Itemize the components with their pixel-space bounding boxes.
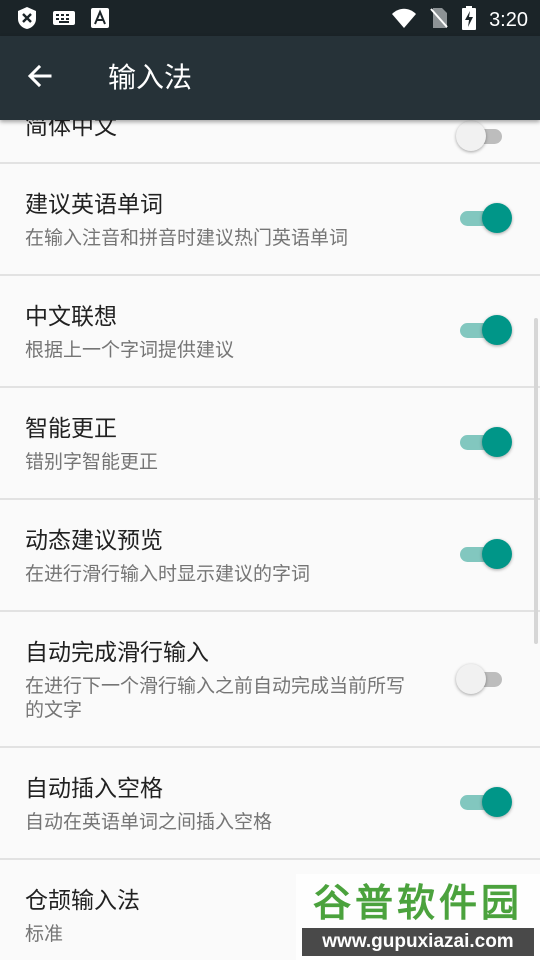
setting-subtitle: 自动在英语单词之间插入空格 [25,811,273,833]
setting-subtitle: 在进行下一个滑行输入之前自动完成当前所写的文字 [25,675,406,721]
toggle-switch[interactable] [456,120,512,152]
setting-title: 动态建议预览 [25,528,163,554]
toggle-switch[interactable] [460,426,512,458]
setting-subtitle: 在输入注音和拼音时建议热门英语单词 [25,227,349,249]
status-bar: 3:20 [0,0,540,36]
setting-auto-space[interactable]: 自动插入空格 自动在英语单词之间插入空格 [0,748,540,860]
switch-thumb [482,539,512,569]
setting-simplified-chinese[interactable]: 简体中文 [0,120,540,164]
setting-title: 自动插入空格 [25,776,163,802]
switch-thumb [456,664,486,694]
switch-thumb [482,315,512,345]
setting-dynamic-preview[interactable]: 动态建议预览 在进行滑行输入时显示建议的字词 [0,500,540,612]
setting-subtitle: 根据上一个字词提供建议 [25,339,235,361]
watermark: 谷普软件园 www.gupuxiazai.com [296,874,540,960]
toggle-switch[interactable] [456,663,512,695]
close-box-icon [16,6,38,34]
setting-suggest-english[interactable]: 建议英语单词 在输入注音和拼音时建议热门英语单词 [0,164,540,276]
no-sim-icon [429,6,449,34]
setting-subtitle: 在进行滑行输入时显示建议的字词 [25,563,311,585]
setting-title: 简体中文 [25,120,117,140]
setting-auto-complete-swipe[interactable]: 自动完成滑行输入 在进行下一个滑行输入之前自动完成当前所写的文字 [0,612,540,748]
setting-title: 建议英语单词 [25,192,163,218]
back-button[interactable] [18,56,62,100]
page-title: 输入法 [108,61,193,94]
switch-thumb [456,121,486,151]
setting-chinese-association[interactable]: 中文联想 根据上一个字词提供建议 [0,276,540,388]
battery-charging-icon [461,5,477,35]
toggle-switch[interactable] [460,314,512,346]
keyboard-icon [52,8,76,32]
setting-title: 仓颉输入法 [25,888,140,914]
wifi-icon [391,7,417,33]
setting-subtitle: 错别字智能更正 [25,451,159,473]
switch-thumb [482,787,512,817]
toggle-switch[interactable] [460,786,512,818]
setting-smart-correction[interactable]: 智能更正 错别字智能更正 [0,388,540,500]
setting-title: 中文联想 [25,304,117,330]
text-a-icon [90,7,110,33]
status-time: 3:20 [489,8,528,31]
scrollbar[interactable] [534,318,538,644]
watermark-brand: 谷普软件园 [312,881,523,925]
toggle-switch[interactable] [460,202,512,234]
arrow-left-icon [26,62,54,94]
app-bar: 输入法 [0,36,540,120]
settings-list[interactable]: 简体中文 建议英语单词 在输入注音和拼音时建议热门英语单词 中文联想 根据上一个… [0,120,540,960]
setting-title: 智能更正 [25,416,117,442]
setting-title: 自动完成滑行输入 [25,640,209,666]
switch-thumb [482,203,512,233]
switch-thumb [482,427,512,457]
toggle-switch[interactable] [460,538,512,570]
watermark-url: www.gupuxiazai.com [302,928,534,956]
